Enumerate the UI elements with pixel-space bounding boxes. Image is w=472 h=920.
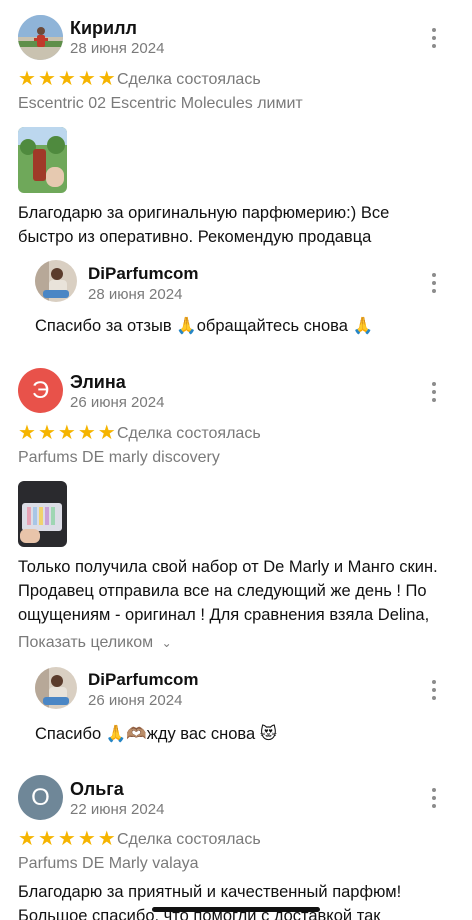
star-icon: ★ [37, 828, 56, 850]
review-author[interactable]: Ольга [70, 779, 124, 800]
deal-status: Сделка состоялась [117, 831, 261, 848]
review-card: О Ольга 22 июня 2024 ★ ★ ★ ★ ★ Сделка состоя… [0, 0, 472, 920]
review-date: 22 июня 2024 [70, 801, 165, 818]
star-icon: ★ [57, 828, 76, 850]
review-text-line: Благодарю за приятный и качественный пар… [18, 883, 402, 901]
avatar[interactable]: О [18, 775, 63, 820]
product-name[interactable]: Parfums DE Marly valaya [18, 855, 199, 873]
review-text: Благодарю за приятный и качественный пар… [18, 880, 401, 920]
home-indicator[interactable] [152, 907, 320, 912]
star-icon: ★ [97, 828, 116, 850]
rating-stars: ★ ★ ★ ★ ★ [18, 829, 116, 849]
avatar-initial: О [31, 783, 50, 811]
star-icon: ★ [77, 828, 96, 850]
more-vertical-icon[interactable] [428, 788, 440, 808]
star-icon: ★ [18, 828, 36, 850]
